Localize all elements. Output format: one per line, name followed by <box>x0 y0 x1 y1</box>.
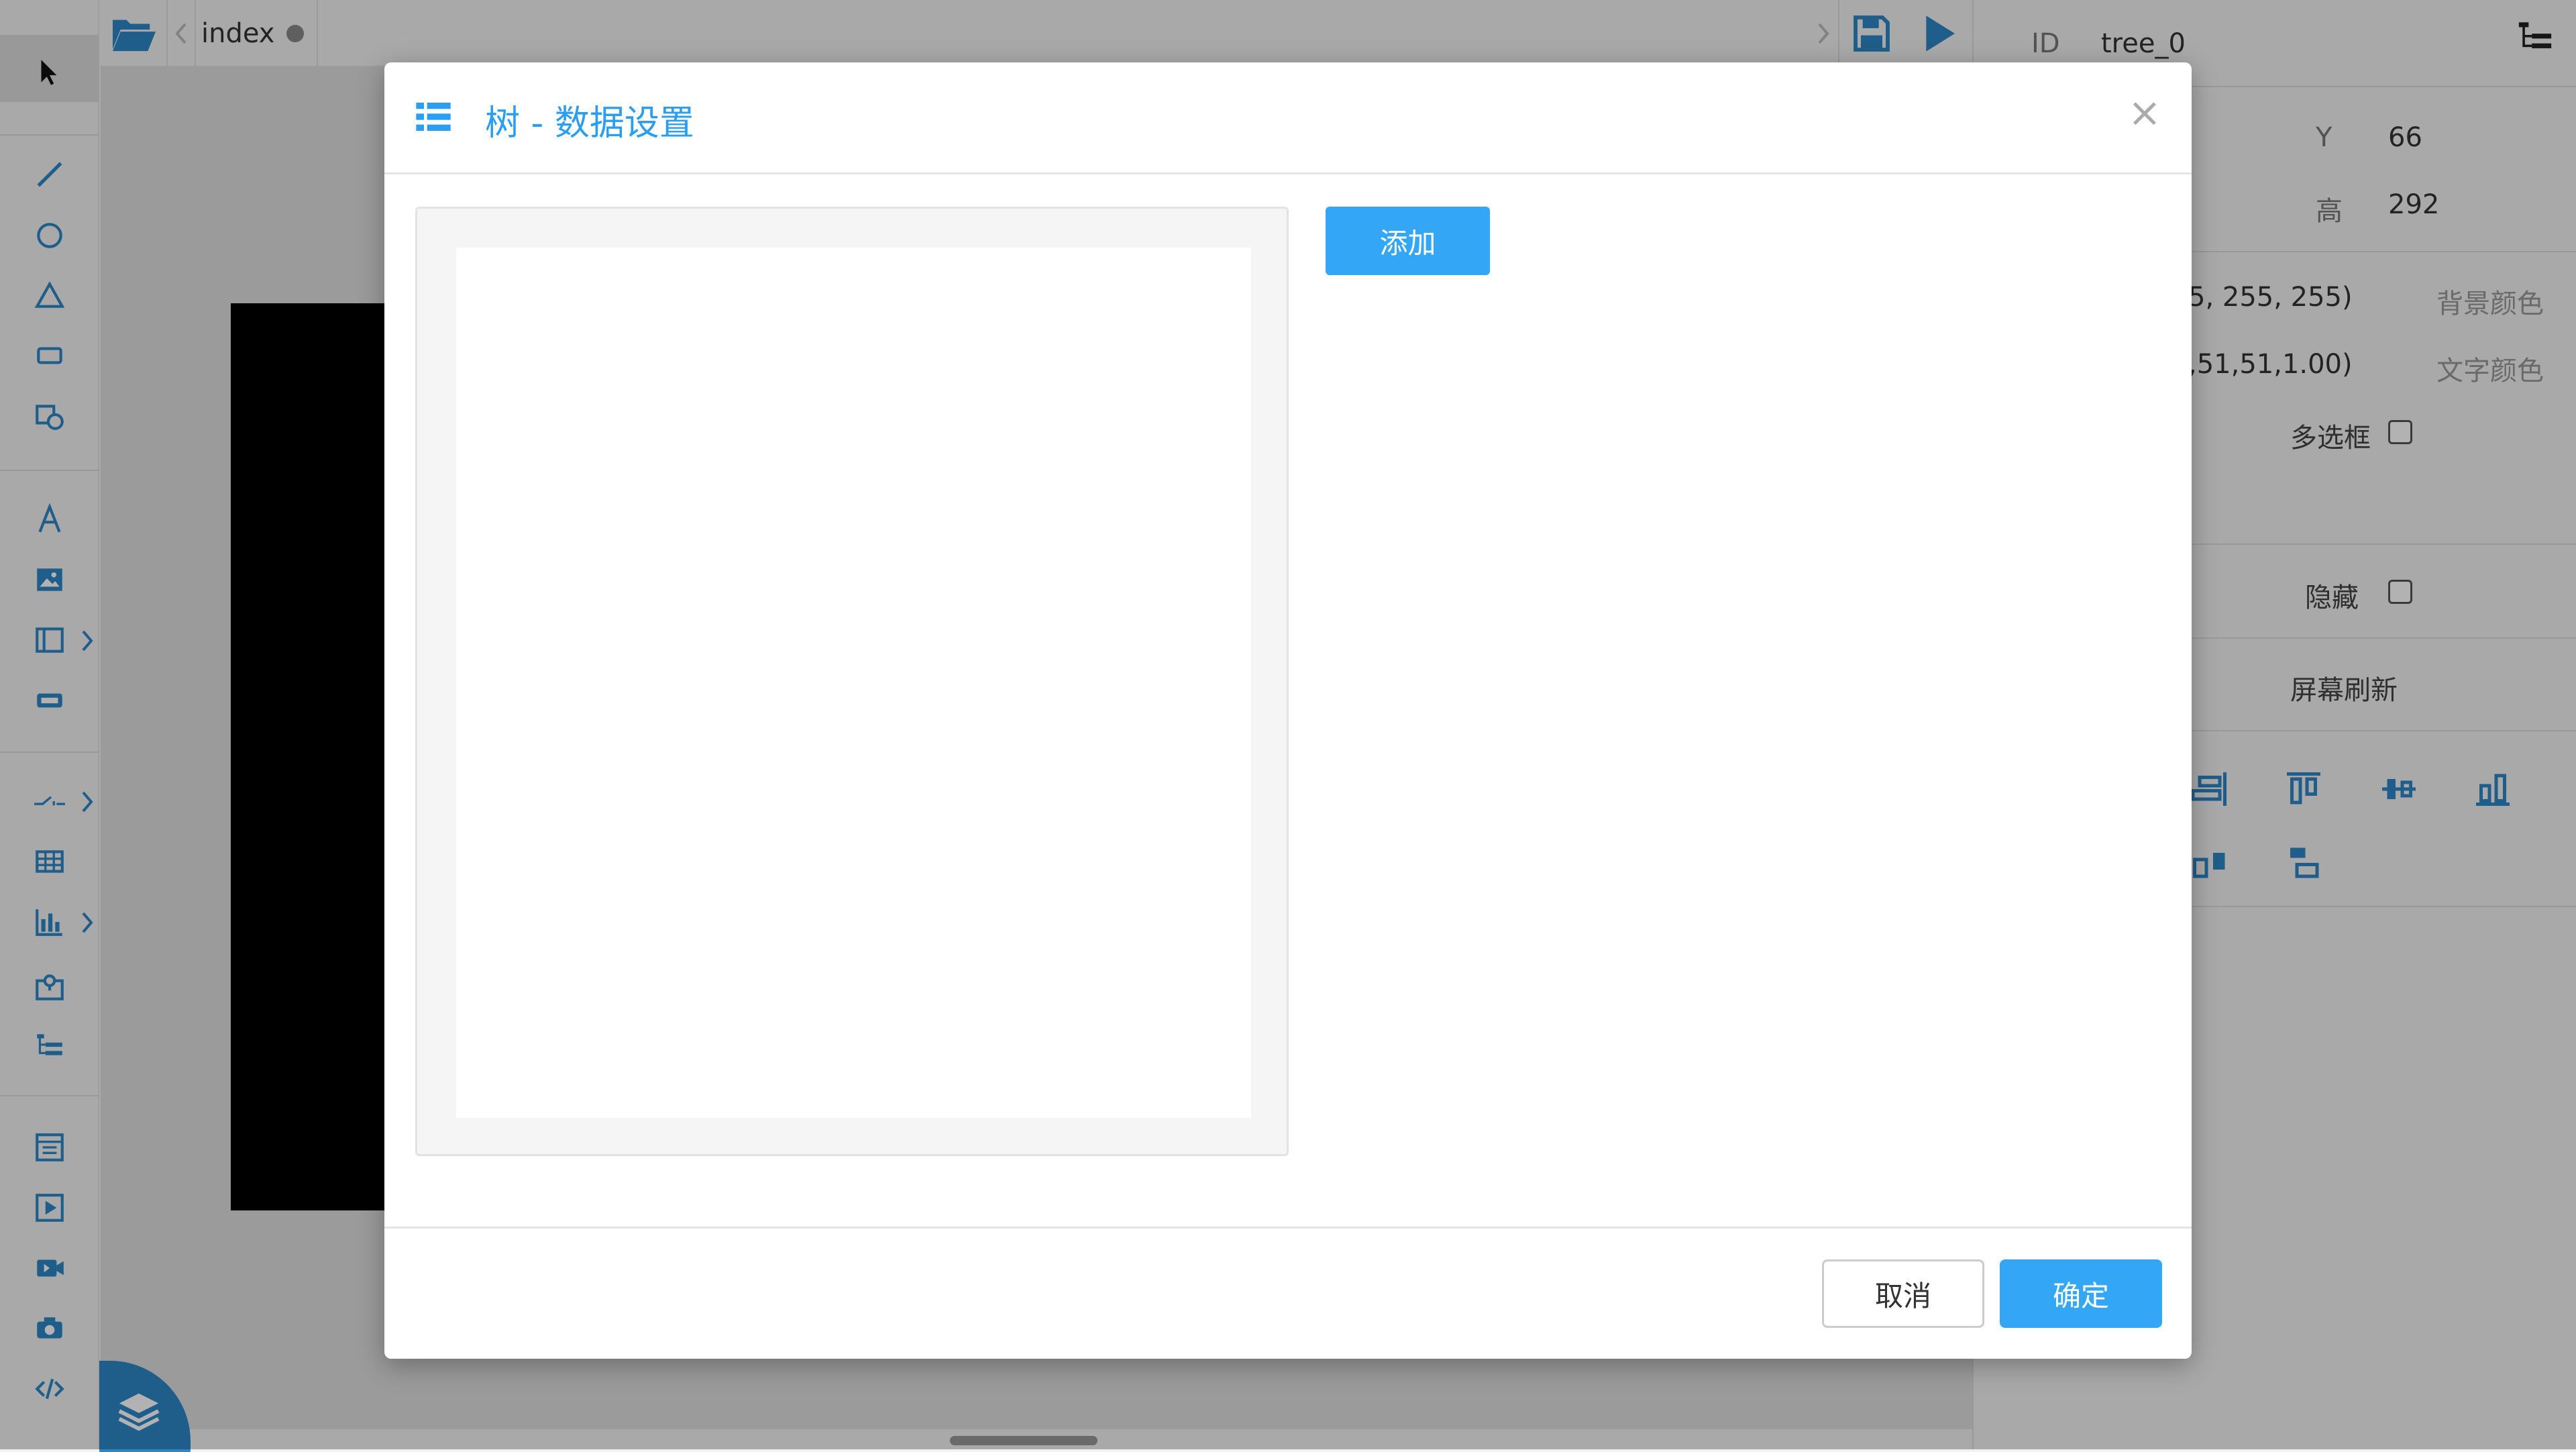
list-icon <box>416 103 451 131</box>
tree-preview-area[interactable] <box>456 248 1251 1118</box>
add-button[interactable]: 添加 <box>1326 207 1490 275</box>
dialog-title: 树 - 数据设置 <box>485 103 694 144</box>
tree-preview-panel <box>415 207 1289 1156</box>
close-icon[interactable]: × <box>2128 89 2161 136</box>
tree-data-settings-dialog: 树 - 数据设置 × 添加 取消 确定 <box>384 62 2192 1359</box>
dialog-header: 树 - 数据设置 × <box>384 62 2192 174</box>
dialog-footer-divider <box>384 1227 2192 1229</box>
cancel-button[interactable]: 取消 <box>1822 1259 1984 1328</box>
confirm-button[interactable]: 确定 <box>2000 1259 2162 1328</box>
